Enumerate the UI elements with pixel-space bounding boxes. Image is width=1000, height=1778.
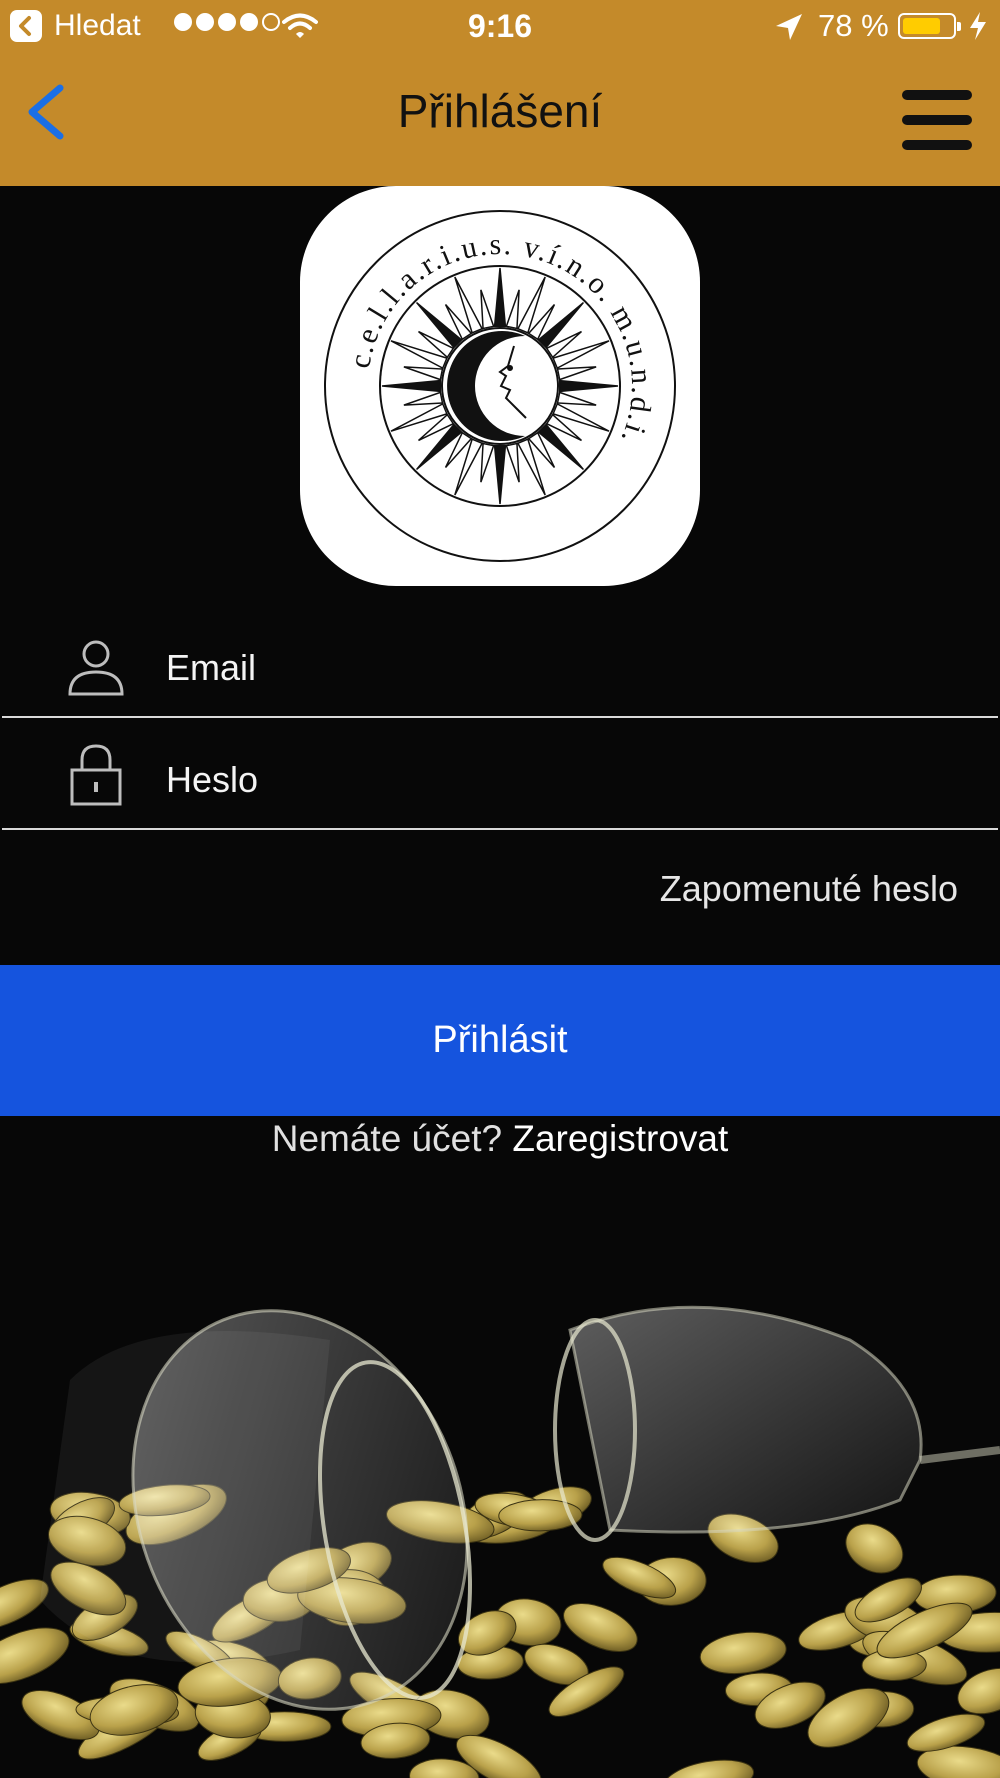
register-link[interactable]: Zaregistrovat [512, 1118, 728, 1159]
hamburger-menu-icon[interactable] [902, 90, 972, 150]
register-prompt: Nemáte účet? Zaregistrovat [0, 1118, 1000, 1160]
user-icon [68, 640, 124, 696]
location-arrow-icon [776, 14, 802, 40]
password-divider [2, 828, 998, 830]
email-row [0, 608, 1000, 718]
sun-moon-logo: c.e.l.l.a.r.i.u.s. v.í.n.o. m.u.n.d.i. [324, 210, 676, 562]
register-question: Nemáte účet? [271, 1118, 503, 1159]
app-logo: c.e.l.l.a.r.i.u.s. v.í.n.o. m.u.n.d.i. [300, 186, 700, 586]
email-divider [2, 716, 998, 718]
status-bar: Hledat 9:16 78 % [0, 0, 1000, 54]
page-title: Přihlášení [397, 85, 603, 137]
login-button[interactable]: Přihlásit [0, 965, 1000, 1116]
email-field[interactable] [166, 638, 946, 698]
battery-icon [898, 13, 961, 39]
wine-glasses-and-corks-photo [0, 1305, 1000, 1778]
forgot-password-link[interactable]: Zapomenuté heslo [660, 868, 958, 910]
password-row [0, 720, 1000, 830]
password-field[interactable] [166, 750, 946, 810]
lock-icon [70, 744, 122, 806]
battery-percentage: 78 % [818, 8, 889, 43]
charging-bolt-icon [970, 12, 986, 40]
navigation-bar: Přihlášení [0, 54, 1000, 186]
